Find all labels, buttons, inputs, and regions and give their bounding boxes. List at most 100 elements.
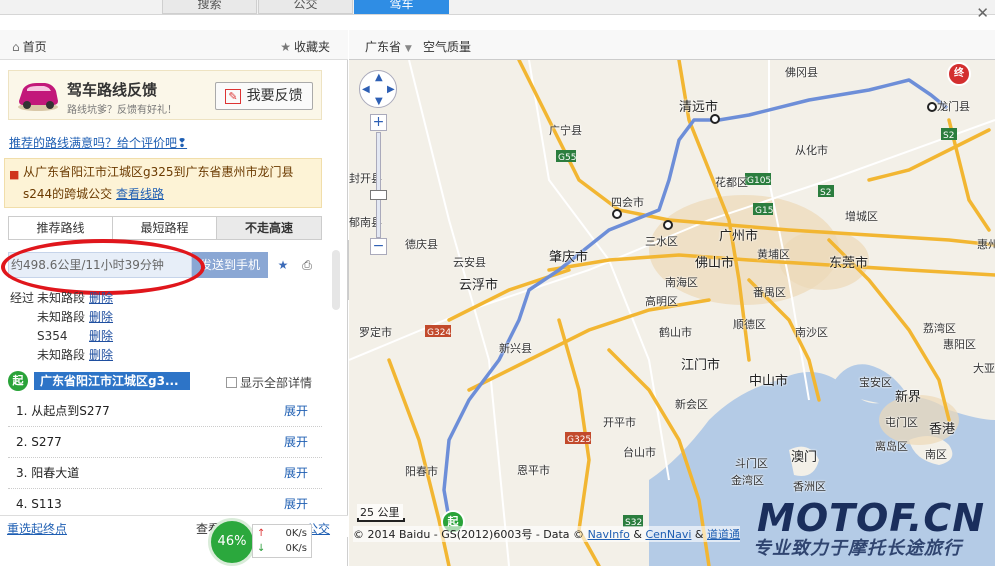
edit-icon: ✎ <box>225 89 241 104</box>
via-row: S354 删除 <box>10 327 113 346</box>
city-label: 增城区 <box>845 210 878 223</box>
city-label: 南区 <box>925 448 947 461</box>
panel-header: ⌂ 首页 ★ 收藏夹 <box>0 30 348 60</box>
delete-via-link[interactable]: 删除 <box>89 291 113 305</box>
tab-bus[interactable]: 公交 <box>258 0 353 14</box>
delete-via-link[interactable]: 删除 <box>89 348 113 362</box>
city-label: 新会区 <box>675 398 708 411</box>
city-label: 佛山市 <box>695 256 735 271</box>
expand-link[interactable]: 展开 <box>284 427 308 457</box>
step-label: 2. S277 <box>16 435 62 449</box>
city-label: 荔湾区 <box>923 322 956 335</box>
end-marker-icon[interactable]: 终 <box>947 62 971 86</box>
city-label: 新兴县 <box>499 342 532 355</box>
route-steps: 1. 从起点到S277 展开 2. S277 展开 3. 阳春大道 展开 4. S11… <box>8 396 322 520</box>
speed-percent: 46% <box>208 518 256 566</box>
city-label: 宝安区 <box>859 376 892 389</box>
city-label: 惠阳区 <box>943 338 976 351</box>
home-label: 首页 <box>22 40 47 54</box>
via-road: S354 <box>37 329 68 343</box>
view-route-link[interactable]: 查看线路 <box>116 187 164 201</box>
delete-via-link[interactable]: 删除 <box>89 310 113 324</box>
city-label: 花都区 <box>715 176 748 189</box>
arrow-down-icon: ↓ <box>257 543 266 554</box>
rate-route-link[interactable]: 推荐的路线满意吗？给个评价吧❢ <box>9 134 187 151</box>
home-icon: ⌂ <box>12 40 20 54</box>
navinfo-link[interactable]: NavInfo <box>588 528 630 541</box>
zoom-out-button[interactable]: − <box>370 238 387 255</box>
city-label: 恩平市 <box>517 464 550 477</box>
province-selector[interactable]: 广东省 ▼ <box>365 38 412 55</box>
daodaotong-link[interactable]: 道道通 <box>707 528 740 541</box>
pan-down-icon[interactable]: ▼ <box>375 96 383 107</box>
favorites-link[interactable]: ★ 收藏夹 <box>280 38 330 55</box>
map-canvas[interactable]: G55 G105 G15 S2 G324 G325 S32 S2 清远市 广州市… <box>349 60 995 566</box>
pan-right-icon[interactable]: ▶ <box>387 84 395 95</box>
via-road: 未知路段 <box>37 348 86 362</box>
start-point-name[interactable]: 广东省阳江市江城区g3... <box>34 372 190 390</box>
pan-control[interactable]: ▲ ▼ ◀ ▶ <box>359 70 397 108</box>
close-icon[interactable]: ✕ <box>976 4 989 22</box>
via-row: 未知路段 删除 <box>10 346 113 365</box>
city-label: 屯门区 <box>885 416 918 429</box>
bus-icon: ■ <box>9 168 20 181</box>
city-label: 澳门 <box>791 450 818 465</box>
pan-up-icon[interactable]: ▲ <box>375 72 383 83</box>
zoom-slider-thumb[interactable] <box>370 190 387 200</box>
city-label: 大亚湾 <box>973 362 995 375</box>
panel-scrollbar[interactable] <box>332 250 340 310</box>
step-label: 4. S113 <box>16 497 62 511</box>
tab-no-highway[interactable]: 不走高速 <box>217 217 321 239</box>
info-icon: ❢ <box>177 136 188 150</box>
svg-text:G324: G324 <box>427 328 451 338</box>
tab-shortest[interactable]: 最短路程 <box>113 217 217 239</box>
checkbox-icon <box>226 377 237 388</box>
pan-left-icon[interactable]: ◀ <box>362 84 370 95</box>
print-icon[interactable]: ⎙ <box>298 256 316 274</box>
home-link[interactable]: ⌂ 首页 <box>12 38 47 55</box>
tab-search[interactable]: 搜索 <box>162 0 257 14</box>
svg-text:S2: S2 <box>820 188 831 198</box>
list-item[interactable]: 1. 从起点到S277 展开 <box>8 396 322 427</box>
svg-text:S2: S2 <box>943 131 954 141</box>
list-item[interactable]: 3. 阳春大道 展开 <box>8 458 322 489</box>
via-row: 未知路段 删除 <box>10 308 113 327</box>
city-label: 南沙区 <box>795 326 828 339</box>
tab-drive[interactable]: 驾车 <box>354 0 449 14</box>
via-row: 经过 未知路段 删除 <box>10 289 113 308</box>
city-label: 德庆县 <box>405 238 438 251</box>
download-speed: 0K/s <box>285 543 308 554</box>
cennavi-link[interactable]: CenNavi <box>645 528 691 541</box>
city-label: 香港 <box>929 422 956 437</box>
expand-link[interactable]: 展开 <box>284 396 308 426</box>
svg-text:G55: G55 <box>558 153 576 163</box>
zoom-in-button[interactable]: + <box>370 114 387 131</box>
reselect-points-link[interactable]: 重选起终点 <box>7 520 67 537</box>
svg-text:G15: G15 <box>755 206 773 216</box>
city-label: 广宁县 <box>549 124 582 137</box>
city-label: 云浮市 <box>459 278 499 293</box>
step-label: 1. 从起点到S277 <box>16 404 110 418</box>
map-toolbar: 广东省 ▼ 空气质量 <box>349 30 995 60</box>
show-all-details-checkbox[interactable]: 显示全部详情 <box>226 374 312 391</box>
city-label: 鹤山市 <box>659 326 692 339</box>
feedback-button[interactable]: ✎ 我要反馈 <box>215 82 313 110</box>
red-highlight-annotation <box>1 239 205 295</box>
city-label: 四会市 <box>611 196 644 209</box>
tab-recommended[interactable]: 推荐路线 <box>9 217 113 239</box>
air-quality-link[interactable]: 空气质量 <box>423 38 471 55</box>
expand-link[interactable]: 展开 <box>284 458 308 488</box>
step-label: 3. 阳春大道 <box>16 466 80 480</box>
city-label: 中山市 <box>749 374 789 389</box>
city-label: 广州市 <box>719 229 759 244</box>
list-item[interactable]: 2. S277 展开 <box>8 427 322 458</box>
favorite-route-icon[interactable]: ★ <box>274 256 292 274</box>
zoom-slider-track[interactable] <box>376 132 381 238</box>
show-all-label: 显示全部详情 <box>240 376 313 390</box>
delete-via-link[interactable]: 删除 <box>89 329 113 343</box>
province-label: 广东省 <box>365 40 402 54</box>
city-label: 黄埔区 <box>757 248 790 261</box>
arrow-up-icon: ↑ <box>257 528 266 539</box>
city-label: 南海区 <box>665 276 698 289</box>
favorites-label: 收藏夹 <box>293 40 330 54</box>
